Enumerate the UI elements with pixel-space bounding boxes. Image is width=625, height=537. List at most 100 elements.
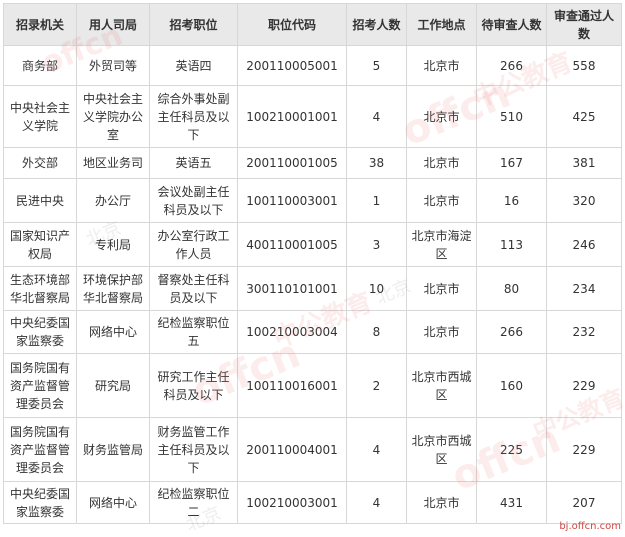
cell-approved: 229 [546,353,622,418]
cell-headcount: 4 [346,85,407,148]
table-row: 外交部 地区业务司 英语五 200110001005 38 北京市 167 38… [3,147,622,179]
cell-position: 财务监管工作主任科员及以下 [149,417,238,482]
cell-pending: 510 [476,85,547,148]
cell-code: 400110001005 [237,222,347,267]
cell-headcount: 5 [346,45,407,86]
cell-location: 北京市 [406,178,477,223]
cell-bureau: 地区业务司 [76,147,150,179]
cell-pending: 266 [476,45,547,86]
cell-position: 研究工作主任科员及以下 [149,353,238,418]
cell-position: 英语五 [149,147,238,179]
table-row: 民进中央 办公厅 会议处副主任科员及以下 100110003001 1 北京市 … [3,178,622,223]
cell-agency: 国务院国有资产监督管理委员会 [3,417,77,482]
header-recruiting-agency: 招录机关 [3,3,77,46]
cell-headcount: 10 [346,266,407,311]
cell-code: 200110005001 [237,45,347,86]
cell-code: 100110003001 [237,178,347,223]
cell-headcount: 2 [346,353,407,418]
cell-headcount: 8 [346,310,407,354]
cell-approved: 320 [546,178,622,223]
cell-position: 会议处副主任科员及以下 [149,178,238,223]
table-row: 商务部 外贸司等 英语四 200110005001 5 北京市 266 558 [3,45,622,86]
header-employing-bureau: 用人司局 [76,3,150,46]
cell-position: 办公室行政工作人员 [149,222,238,267]
cell-location: 北京市 [406,85,477,148]
cell-agency: 中央纪委国家监察委 [3,481,77,524]
table-row: 国务院国有资产监督管理委员会 财务监管局 财务监管工作主任科员及以下 20011… [3,417,622,482]
header-position-code: 职位代码 [237,3,347,46]
cell-approved: 381 [546,147,622,179]
cell-location: 北京市 [406,147,477,179]
cell-approved: 425 [546,85,622,148]
header-headcount: 招考人数 [346,3,407,46]
table-row: 中央纪委国家监察委 网络中心 纪检监察职位五 100210003004 8 北京… [3,310,622,354]
cell-code: 300110101001 [237,266,347,311]
cell-bureau: 网络中心 [76,310,150,354]
cell-pending: 225 [476,417,547,482]
cell-code: 100210003004 [237,310,347,354]
header-work-location: 工作地点 [406,3,477,46]
cell-position: 纪检监察职位二 [149,481,238,524]
cell-agency: 外交部 [3,147,77,179]
cell-approved: 234 [546,266,622,311]
table-row: 生态环境部华北督察局 环境保护部华北督察局 督察处主任科员及以下 3001101… [3,266,622,311]
cell-code: 100110016001 [237,353,347,418]
cell-pending: 266 [476,310,547,354]
cell-headcount: 4 [346,417,407,482]
cell-bureau: 办公厅 [76,178,150,223]
cell-location: 北京市 [406,481,477,524]
cell-headcount: 1 [346,178,407,223]
cell-bureau: 研究局 [76,353,150,418]
cell-position: 英语四 [149,45,238,86]
site-watermark: bj.offcn.com [559,521,621,532]
cell-bureau: 环境保护部华北督察局 [76,266,150,311]
table-row: 国家知识产权局 专利局 办公室行政工作人员 400110001005 3 北京市… [3,222,622,267]
cell-agency: 生态环境部华北督察局 [3,266,77,311]
cell-headcount: 3 [346,222,407,267]
exam-stats-table: 招录机关 用人司局 招考职位 职位代码 招考人数 工作地点 待审查人数 审查通过… [3,3,622,524]
table-row: 中央纪委国家监察委 网络中心 纪检监察职位二 100210003001 4 北京… [3,481,622,524]
cell-pending: 80 [476,266,547,311]
header-position: 招考职位 [149,3,238,46]
table-row: 中央社会主义学院 中央社会主义学院办公室 综合外事处副主任科员及以下 10021… [3,85,622,148]
cell-position: 综合外事处副主任科员及以下 [149,85,238,148]
header-approved: 审查通过人数 [546,3,622,46]
header-pending-review: 待审查人数 [476,3,547,46]
cell-agency: 国务院国有资产监督管理委员会 [3,353,77,418]
cell-pending: 160 [476,353,547,418]
cell-location: 北京市 [406,45,477,86]
cell-headcount: 38 [346,147,407,179]
cell-bureau: 外贸司等 [76,45,150,86]
cell-pending: 16 [476,178,547,223]
cell-position: 督察处主任科员及以下 [149,266,238,311]
cell-approved: 207 [546,481,622,524]
cell-pending: 113 [476,222,547,267]
cell-location: 北京市西城区 [406,417,477,482]
cell-approved: 229 [546,417,622,482]
cell-bureau: 网络中心 [76,481,150,524]
cell-location: 北京市 [406,310,477,354]
cell-approved: 232 [546,310,622,354]
cell-location: 北京市海淀区 [406,222,477,267]
table-header-row: 招录机关 用人司局 招考职位 职位代码 招考人数 工作地点 待审查人数 审查通过… [3,3,622,46]
cell-position: 纪检监察职位五 [149,310,238,354]
cell-code: 200110001005 [237,147,347,179]
cell-approved: 558 [546,45,622,86]
cell-code: 100210003001 [237,481,347,524]
cell-location: 北京市西城区 [406,353,477,418]
cell-code: 200110004001 [237,417,347,482]
cell-bureau: 中央社会主义学院办公室 [76,85,150,148]
cell-pending: 167 [476,147,547,179]
cell-pending: 431 [476,481,547,524]
cell-agency: 民进中央 [3,178,77,223]
cell-agency: 中央纪委国家监察委 [3,310,77,354]
cell-code: 100210001001 [237,85,347,148]
cell-agency: 国家知识产权局 [3,222,77,267]
table-row: 国务院国有资产监督管理委员会 研究局 研究工作主任科员及以下 100110016… [3,353,622,418]
cell-headcount: 4 [346,481,407,524]
cell-bureau: 财务监管局 [76,417,150,482]
cell-agency: 商务部 [3,45,77,86]
cell-location: 北京市 [406,266,477,311]
cell-bureau: 专利局 [76,222,150,267]
cell-agency: 中央社会主义学院 [3,85,77,148]
